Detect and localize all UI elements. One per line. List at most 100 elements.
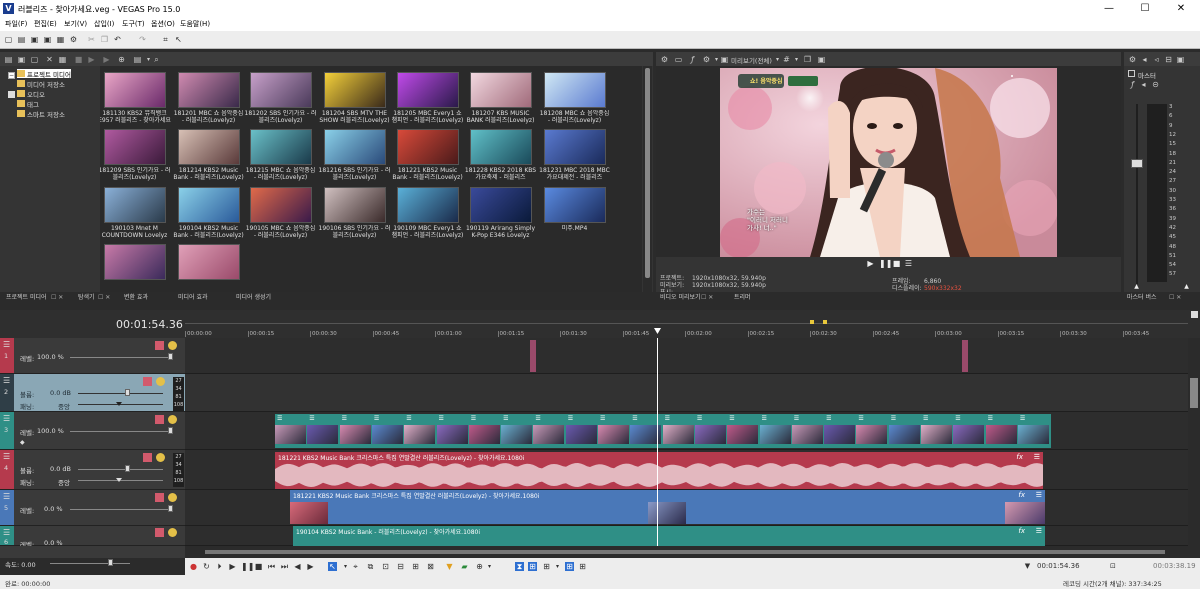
lock-icon[interactable]: ⊟	[1164, 55, 1173, 64]
volume-slider-knob[interactable]	[125, 389, 130, 396]
lock-envelopes-icon[interactable]: ⊠	[426, 562, 435, 571]
clip-menu-icon[interactable]: ☰	[729, 415, 734, 422]
track-volume-value[interactable]: 0.0 dB	[50, 465, 71, 473]
video-output-fx-icon[interactable]: ƒ	[688, 55, 697, 64]
media-thumbnail[interactable]	[324, 187, 386, 223]
track-level-value[interactable]: 0.0 %	[44, 505, 63, 513]
track-pan-value[interactable]: 중앙	[58, 401, 70, 411]
timeline-lanes[interactable]: ☰ ☰ ☰ ☰ ☰ ☰ ☰ ☰ ☰ ☰ ☰ ☰ ☰ ☰ ☰ ☰ ☰ ☰ ☰ ☰ ☰ ☰ ☰ ☰ 181221 KBS2 Mus…	[185, 338, 1188, 546]
media-thumbnail[interactable]	[470, 187, 532, 223]
vertical-scrollbar[interactable]	[1188, 338, 1200, 558]
clip-menu-icon[interactable]: ☰	[503, 415, 508, 422]
master-mute-icon[interactable]: ◂	[1139, 80, 1148, 89]
clip-fx-icon[interactable]: fx	[1018, 491, 1025, 499]
redo-icon[interactable]: ↷	[138, 35, 147, 44]
track-lane[interactable]	[185, 374, 1188, 412]
clip-menu-icon[interactable]: ☰	[471, 415, 476, 422]
play-from-start-icon[interactable]: ⏵	[215, 562, 224, 571]
track-menu-icon[interactable]: ☰	[3, 528, 10, 537]
stop-icon[interactable]: ■	[74, 55, 83, 64]
loop-region-marker[interactable]	[810, 320, 814, 324]
clip-menu-icon[interactable]: ☰	[697, 415, 702, 422]
media-thumbnail[interactable]	[104, 72, 166, 108]
tab-video-fx[interactable]: 미디어 효과	[178, 293, 208, 303]
track-menu-icon[interactable]: ☰	[3, 414, 10, 423]
clip-menu-icon[interactable]: ☰	[342, 415, 347, 422]
sync-icon[interactable]: ⊞	[578, 562, 587, 571]
clip-menu-icon[interactable]: ☰	[406, 415, 411, 422]
mute-icon[interactable]	[155, 493, 164, 502]
level-slider-knob[interactable]	[168, 427, 173, 434]
chevron-down-icon[interactable]: ▾	[773, 55, 782, 64]
video-clip[interactable]: 181221 KBS2 Music Bank 크리스마스 특집 연말결산 러블리…	[290, 490, 1045, 524]
tree-expander[interactable]	[8, 91, 15, 98]
preview-menu-icon[interactable]: ☰	[904, 259, 913, 268]
level-slider[interactable]	[70, 357, 170, 358]
level-slider-knob[interactable]	[168, 505, 173, 512]
rate-slider[interactable]	[50, 563, 130, 564]
pan-slider-knob[interactable]	[116, 478, 122, 482]
stop-icon[interactable]: ■	[892, 259, 901, 268]
menu-edit[interactable]: 편집(E)	[34, 19, 57, 29]
media-thumbnail[interactable]	[470, 72, 532, 108]
clip-menu-icon[interactable]: ☰	[1020, 415, 1025, 422]
media-thumbnail[interactable]	[250, 72, 312, 108]
horizontal-scrollbar[interactable]	[185, 546, 1188, 558]
copy-snapshot-icon[interactable]: ❐	[803, 55, 812, 64]
tree-item-all-media[interactable]: 오디오	[17, 89, 45, 99]
ignore-grouping-icon[interactable]: ⊞	[411, 562, 420, 571]
search-icon[interactable]: ⌕	[152, 55, 161, 64]
tab-video-preview[interactable]: 비디오 미리보기	[660, 293, 701, 303]
import-media-icon[interactable]: ▤	[4, 55, 13, 64]
master-gear-icon[interactable]: ⚙	[1128, 55, 1137, 64]
media-thumbnail[interactable]	[178, 129, 240, 165]
clip-menu-icon[interactable]: ☰	[988, 415, 993, 422]
mute-icon[interactable]	[155, 415, 164, 424]
media-thumbnail[interactable]	[397, 187, 459, 223]
region-icon[interactable]: ▰	[460, 562, 469, 571]
tab-transitions[interactable]: 변환 효과	[124, 293, 148, 303]
master-fader-knob[interactable]	[1131, 159, 1143, 168]
previous-frame-icon[interactable]: ◀	[293, 562, 302, 571]
chevron-down-icon[interactable]: ▾	[553, 562, 562, 571]
clip-menu-icon[interactable]: ☰	[568, 415, 573, 422]
play-icon[interactable]: ▶	[87, 55, 96, 64]
snap-icon[interactable]: ⌖	[351, 562, 360, 571]
tab-explorer[interactable]: 탐색기	[78, 293, 95, 303]
track-menu-icon[interactable]: ☰	[3, 376, 10, 385]
volume-slider[interactable]	[78, 393, 163, 394]
small-clip[interactable]	[530, 340, 536, 372]
menu-view[interactable]: 보기(V)	[64, 19, 87, 29]
timeline-options-icon[interactable]	[1191, 311, 1198, 318]
cut-icon[interactable]: ✂	[87, 35, 96, 44]
mute-icon[interactable]	[143, 453, 152, 462]
media-thumbnail[interactable]	[470, 129, 532, 165]
snapping-icon[interactable]: ⊞	[528, 562, 537, 571]
media-thumbnail[interactable]	[544, 72, 606, 108]
clip-menu-icon[interactable]: ☰	[891, 415, 896, 422]
tree-item-smart-bins[interactable]: 스마트 저장소	[17, 109, 65, 119]
media-fx-icon[interactable]: ⊕	[117, 55, 126, 64]
level-slider[interactable]	[70, 509, 170, 510]
media-thumbnail[interactable]	[104, 187, 166, 223]
menu-help[interactable]: 도움말(H)	[180, 19, 210, 29]
clip-menu-icon[interactable]: ☰	[600, 415, 605, 422]
tree-expander[interactable]: −	[8, 72, 15, 79]
master-mute-icon[interactable]	[1128, 70, 1135, 77]
capture-icon[interactable]: ▣	[17, 55, 26, 64]
lock-icon[interactable]: ⊞	[542, 562, 551, 571]
tree-item-project-media[interactable]: 프로젝트 미디어	[17, 69, 71, 79]
views-icon[interactable]: ▤	[133, 55, 142, 64]
clip-menu-icon[interactable]: ☰	[1034, 453, 1040, 461]
track-level-value[interactable]: 100.0 %	[37, 427, 64, 435]
clip-fx-icon[interactable]: fx	[1018, 527, 1025, 535]
auto-crossfade-icon[interactable]: ⧗	[515, 562, 524, 571]
menu-tools[interactable]: 도구(T)	[122, 19, 145, 29]
playhead-line[interactable]	[657, 338, 658, 546]
clip-menu-icon[interactable]: ☰	[439, 415, 444, 422]
media-thumbnail[interactable]	[544, 129, 606, 165]
play-icon[interactable]: ▶	[228, 562, 237, 571]
scroll-thumb[interactable]	[205, 550, 1165, 554]
next-frame-icon[interactable]: ▶	[306, 562, 315, 571]
external-monitor-icon[interactable]: ▭	[674, 55, 683, 64]
